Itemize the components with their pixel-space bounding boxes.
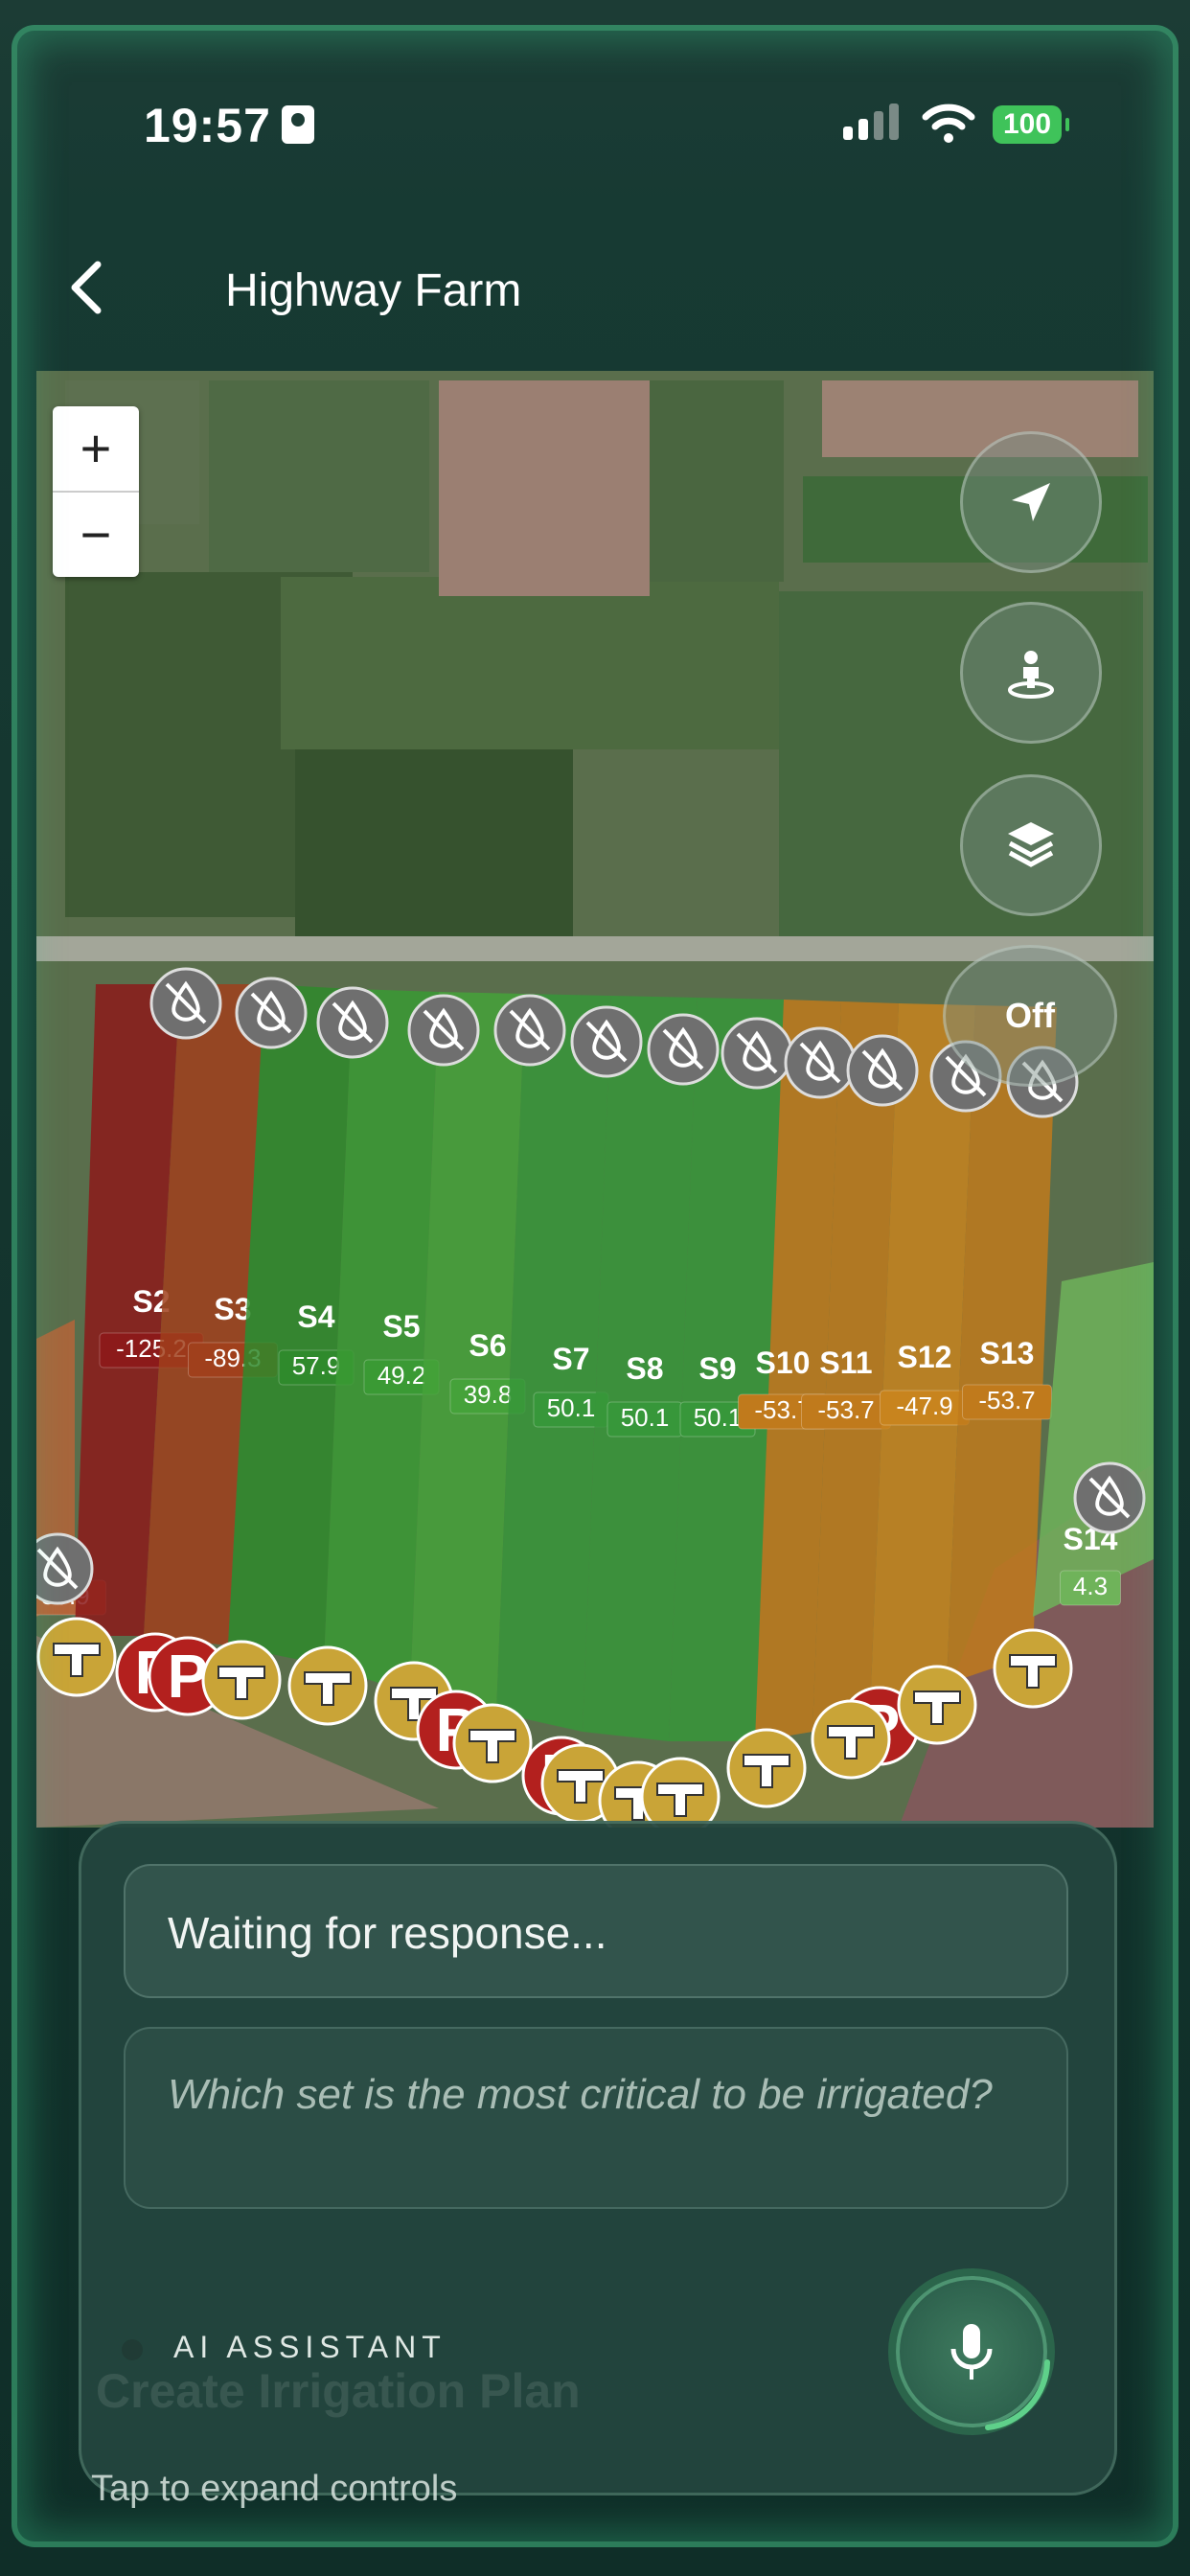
page-title: Highway Farm	[225, 265, 522, 316]
set-label-s6: S6	[469, 1328, 506, 1363]
recording-progress-arc	[985, 2359, 1050, 2430]
set-label-s9: S9	[698, 1351, 736, 1386]
set-label-s7: S7	[552, 1342, 589, 1376]
irrigation-toggle-button[interactable]: Off	[943, 945, 1117, 1087]
valve-marker[interactable]	[897, 1665, 977, 1745]
set-label-s12: S12	[898, 1340, 952, 1374]
valve-marker[interactable]	[201, 1640, 282, 1720]
chevron-left-icon	[71, 261, 102, 314]
response-box: Waiting for response...	[124, 1864, 1068, 1998]
create-plan-button[interactable]: Create Irrigation Plan	[96, 2363, 581, 2419]
valve-marker[interactable]	[640, 1757, 721, 1828]
no-water-icon[interactable]	[784, 1026, 857, 1099]
set-value-s7: 50.1	[547, 1393, 596, 1422]
set-value-s5: 49.2	[378, 1361, 426, 1390]
set-label-s4: S4	[297, 1300, 334, 1334]
valve-marker[interactable]	[452, 1703, 533, 1783]
zoom-control: + −	[53, 406, 139, 577]
status-time: 19:57	[144, 99, 271, 152]
no-water-icon[interactable]	[407, 994, 480, 1067]
set-value-s9: 50.1	[694, 1403, 743, 1432]
set-label-s8: S8	[626, 1351, 663, 1386]
wifi-icon	[922, 104, 975, 143]
nav-bar: Highway Farm	[0, 240, 1190, 345]
query-field[interactable]: Which set is the most critical to be irr…	[124, 2027, 1068, 2209]
no-water-icon[interactable]	[1073, 1461, 1146, 1534]
valve-marker[interactable]	[811, 1699, 891, 1780]
no-water-icon[interactable]	[570, 1005, 643, 1078]
set-value-s6: 39.8	[464, 1380, 513, 1409]
valve-marker[interactable]	[36, 1617, 117, 1697]
no-water-icon[interactable]	[721, 1017, 793, 1090]
person-pin-icon	[1008, 651, 1054, 699]
no-water-icon[interactable]	[846, 1034, 919, 1107]
assistant-status-dot	[122, 2339, 143, 2360]
set-label-s11: S11	[819, 1346, 872, 1380]
set-label-s5: S5	[382, 1309, 420, 1344]
locate-button[interactable]	[960, 431, 1102, 573]
set-value-s13: -53.7	[978, 1386, 1035, 1414]
status-bar: 19:57 100	[0, 86, 1190, 163]
contact-card-icon	[282, 105, 314, 144]
assistant-label: AI ASSISTANT	[173, 2330, 446, 2364]
signal-icon	[843, 104, 899, 140]
zoom-out-button[interactable]: −	[53, 491, 139, 577]
set-value-s4: 57.9	[292, 1351, 341, 1380]
toggle-label: Off	[1005, 996, 1055, 1035]
back-button[interactable]	[67, 259, 125, 326]
layers-button[interactable]	[960, 774, 1102, 916]
no-water-icon[interactable]	[316, 986, 389, 1059]
user-location-button[interactable]	[960, 602, 1102, 744]
valve-marker[interactable]	[287, 1645, 368, 1726]
set-label-s13: S13	[980, 1336, 1035, 1370]
expand-controls-hint[interactable]: Tap to expand controls	[91, 2469, 457, 2510]
set-value-s8: 50.1	[621, 1403, 670, 1432]
valve-marker[interactable]	[726, 1728, 807, 1808]
layers-icon	[1008, 822, 1054, 867]
no-water-icon[interactable]	[647, 1013, 720, 1086]
set-value-s11: -53.7	[817, 1395, 874, 1424]
no-water-icon[interactable]	[149, 967, 222, 1040]
farm-map[interactable]: S1-59.9S2-125.2S3-89.3S457.9S549.2S639.8…	[36, 371, 1154, 1828]
valve-marker[interactable]	[993, 1628, 1073, 1709]
set-value-s14: 4.3	[1073, 1572, 1108, 1600]
set-value-s12: -47.9	[896, 1392, 952, 1420]
battery-icon: 100	[993, 105, 1069, 144]
satellite-map[interactable]: S1-59.9S2-125.2S3-89.3S457.9S549.2S639.8…	[36, 371, 1154, 1828]
no-water-icon[interactable]	[235, 977, 308, 1049]
no-water-icon[interactable]	[493, 994, 566, 1067]
set-label-s10: S10	[756, 1346, 811, 1380]
navigation-arrow-icon	[1012, 483, 1050, 521]
zoom-in-button[interactable]: +	[53, 406, 139, 491]
no-water-icon[interactable]	[36, 1532, 94, 1605]
